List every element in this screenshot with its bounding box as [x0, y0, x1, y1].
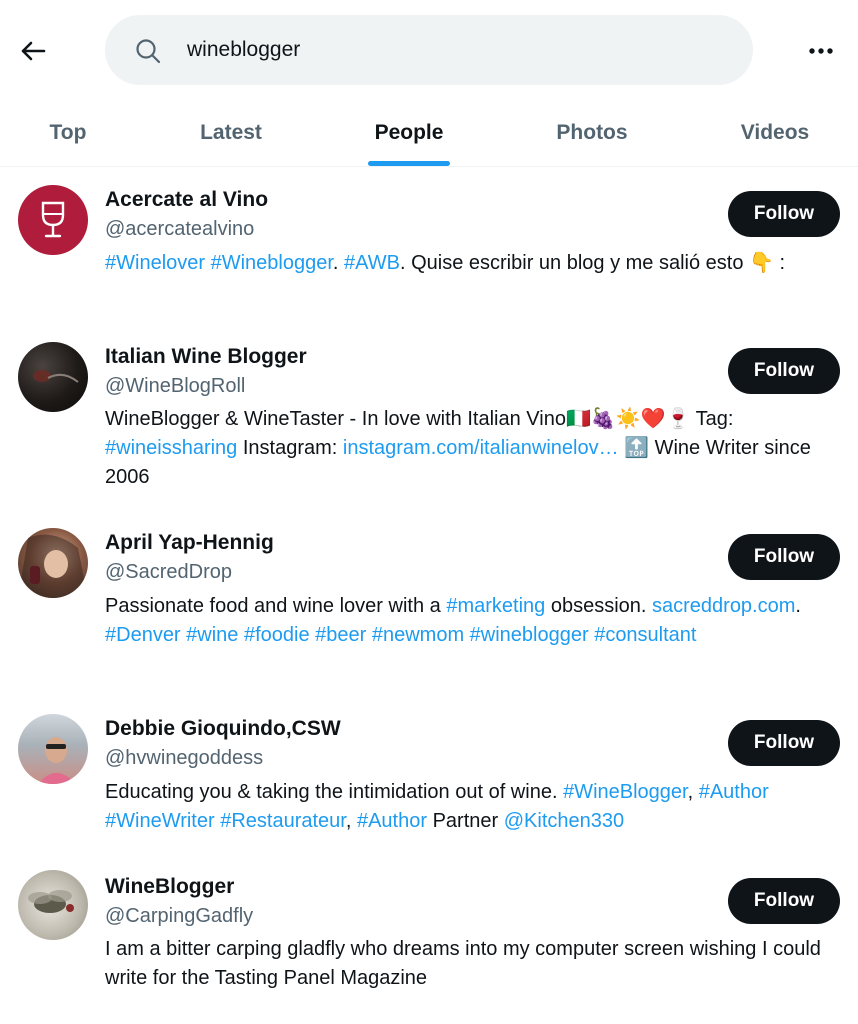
- user-cell[interactable]: Italian Wine Blogger @WineBlogRoll Follo…: [0, 327, 858, 517]
- tab-photos[interactable]: Photos: [492, 100, 692, 166]
- user-bio: #Winelover #Wineblogger. #AWB. Quise esc…: [105, 249, 835, 278]
- back-arrow-icon: [21, 41, 46, 61]
- tab-videos[interactable]: Videos: [692, 100, 858, 166]
- avatar-photo-icon: [18, 534, 88, 598]
- hashtag-link[interactable]: #Denver #wine #foodie #beer #newmom #win…: [105, 624, 696, 646]
- search-tabs: Top Latest People Photos Videos: [0, 100, 858, 167]
- user-cell[interactable]: April Yap-Hennig @SacredDrop Follow Pass…: [0, 517, 858, 704]
- avatar[interactable]: [18, 185, 88, 255]
- tab-top[interactable]: Top: [0, 100, 136, 166]
- bio-text: . Quise escribir un blog y me salió esto: [399, 252, 750, 274]
- more-options-button[interactable]: [800, 32, 842, 70]
- bio-text: ,: [687, 781, 699, 803]
- avatar-photo-icon: [38, 737, 76, 784]
- avatar[interactable]: [18, 714, 88, 784]
- top-arrow-emoji: 🔝: [618, 437, 650, 459]
- user-bio: I am a bitter carping gladfly who dreams…: [105, 935, 835, 993]
- user-cell[interactable]: WineBlogger @CarpingGadfly Follow I am a…: [0, 862, 858, 1022]
- bio-text: Educating you & taking the intimidation …: [105, 781, 564, 803]
- follow-button[interactable]: Follow: [728, 720, 840, 766]
- user-name[interactable]: Acercate al Vino: [105, 188, 268, 212]
- bio-text: .: [332, 252, 345, 274]
- tab-label: Latest: [200, 121, 262, 144]
- bio-text: .: [795, 595, 801, 617]
- search-box[interactable]: [105, 15, 753, 85]
- avatar-photo-icon: [33, 370, 79, 383]
- follow-button[interactable]: Follow: [728, 534, 840, 580]
- pointing-down-emoji: 👇: [749, 252, 774, 274]
- tab-label: Videos: [740, 121, 810, 144]
- flag-emoji-group: 🇮🇹🍇☀️❤️🍷: [565, 408, 691, 430]
- hashtag-link[interactable]: #Winelover: [105, 252, 205, 274]
- bio-text: Tag:: [690, 408, 734, 430]
- wine-glass-logo-icon: [41, 201, 65, 238]
- url-link[interactable]: instagram.com/italianwinelov…: [343, 437, 619, 459]
- tab-people[interactable]: People: [326, 100, 492, 166]
- tab-latest[interactable]: Latest: [136, 100, 326, 166]
- bio-text: WineBlogger & WineTaster - In love with …: [105, 408, 566, 430]
- hashtag-link[interactable]: #marketing: [446, 595, 545, 617]
- top-bar: [0, 0, 858, 100]
- user-name[interactable]: WineBlogger: [105, 875, 234, 899]
- hashtag-link[interactable]: #wineissharing: [105, 437, 237, 459]
- mention-link[interactable]: @Kitchen330: [504, 810, 624, 832]
- user-handle: @CarpingGadfly: [105, 905, 254, 927]
- user-cell[interactable]: Debbie Gioquindo,CSW @hvwinegoddess Foll…: [0, 704, 858, 862]
- user-cell[interactable]: Acercate al Vino @acercatealvino Follow …: [0, 167, 858, 327]
- bio-text: ,: [345, 810, 357, 832]
- user-name[interactable]: April Yap-Hennig: [105, 531, 274, 555]
- follow-button[interactable]: Follow: [728, 348, 840, 394]
- back-button[interactable]: [14, 32, 52, 70]
- user-handle: @acercatealvino: [105, 218, 255, 240]
- user-bio: Educating you & taking the intimidation …: [105, 778, 835, 836]
- hashtag-link[interactable]: #AWB: [344, 252, 400, 274]
- follow-button[interactable]: Follow: [728, 191, 840, 237]
- user-handle: @SacredDrop: [105, 561, 233, 583]
- follow-button[interactable]: Follow: [728, 878, 840, 924]
- bio-text: Partner: [427, 810, 504, 832]
- hashtag-link[interactable]: #WineBlogger: [563, 781, 688, 803]
- user-name[interactable]: Italian Wine Blogger: [105, 345, 307, 369]
- bio-text: :: [773, 252, 786, 274]
- bio-text: Passionate food and wine lover with a: [105, 595, 447, 617]
- tab-label: People: [374, 121, 444, 144]
- bio-text: obsession.: [545, 595, 652, 617]
- tab-label: Photos: [556, 121, 628, 144]
- bio-text: Instagram:: [237, 437, 343, 459]
- user-handle: @WineBlogRoll: [105, 375, 246, 397]
- url-link[interactable]: sacreddrop.com: [652, 595, 795, 617]
- avatar[interactable]: [18, 870, 88, 940]
- bio-text: I am a bitter carping gladfly who dreams…: [105, 938, 821, 989]
- user-bio: Passionate food and wine lover with a #m…: [105, 592, 835, 650]
- user-bio: WineBlogger & WineTaster - In love with …: [105, 405, 835, 492]
- search-icon: [136, 39, 161, 64]
- hashtag-link[interactable]: #Wineblogger: [211, 252, 333, 274]
- tab-label: Top: [49, 121, 87, 144]
- user-name[interactable]: Debbie Gioquindo,CSW: [105, 717, 341, 741]
- avatar[interactable]: [18, 342, 88, 412]
- hashtag-link[interactable]: #Author: [357, 810, 427, 832]
- more-dots-icon: [809, 48, 833, 54]
- user-handle: @hvwinegoddess: [105, 747, 264, 769]
- active-tab-indicator: [368, 161, 450, 166]
- fly-photo-icon: [28, 890, 74, 913]
- search-input[interactable]: [187, 15, 727, 85]
- avatar[interactable]: [18, 528, 88, 598]
